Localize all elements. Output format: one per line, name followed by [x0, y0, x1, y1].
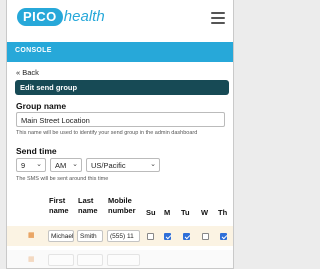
logo-word: health: [63, 8, 105, 25]
group-name-value: Main Street Location: [21, 115, 90, 125]
send-time-help: The SMS will be sent around this time: [16, 176, 109, 182]
chevron-down-icon: ⌄: [150, 161, 156, 168]
drag-handle-icon[interactable]: ▦: [28, 231, 35, 239]
col-last-name: Last name: [78, 196, 98, 215]
mobile-cell[interactable]: (555) 11: [107, 230, 140, 242]
first-name-cell[interactable]: Michael: [48, 230, 74, 242]
logo-pill: PICO: [17, 8, 63, 26]
table-row: ▦ Michael Smith (555) 11: [7, 226, 233, 246]
hour-value: 9: [21, 161, 26, 170]
checkbox-tu[interactable]: [183, 233, 190, 240]
checkbox-th[interactable]: [220, 233, 227, 240]
mobile-cell[interactable]: [107, 254, 140, 266]
logo[interactable]: PICO health: [17, 8, 105, 26]
chevron-down-icon: ⌄: [72, 161, 78, 168]
timezone-value: US/Pacific: [91, 161, 126, 170]
drag-handle-icon[interactable]: ▦: [28, 255, 35, 263]
console-bar[interactable]: CONSOLE: [7, 42, 233, 62]
timezone-select[interactable]: US/Pacific ⌄: [86, 158, 160, 172]
first-name-cell[interactable]: [48, 254, 74, 266]
back-link[interactable]: « Back: [16, 68, 39, 77]
ampm-value: AM: [55, 161, 67, 170]
app-header: PICO health: [7, 0, 233, 40]
checkbox-m[interactable]: [164, 233, 171, 240]
col-th: Th: [218, 208, 228, 217]
chevron-down-icon: ⌄: [36, 161, 42, 168]
col-mobile: Mobile number: [108, 196, 136, 215]
col-m: M: [164, 208, 171, 217]
col-first-name: First name: [49, 196, 69, 215]
checkbox-w[interactable]: [202, 233, 209, 240]
group-name-label: Group name: [16, 101, 67, 111]
last-name-cell[interactable]: [77, 254, 103, 266]
last-name-cell[interactable]: Smith: [77, 230, 103, 242]
group-name-help: This name will be used to identify your …: [16, 130, 198, 136]
col-w: W: [201, 208, 209, 217]
hamburger-icon[interactable]: [211, 12, 225, 27]
page-title-bar: Edit send group: [15, 80, 229, 95]
phone-frame: PICO health CONSOLE « Back Edit send gro…: [6, 0, 234, 269]
col-tu: Tu: [181, 208, 190, 217]
page-title: Edit send group: [20, 83, 78, 92]
checkbox-su[interactable]: [147, 233, 154, 240]
ampm-select[interactable]: AM ⌄: [50, 158, 82, 172]
console-label: CONSOLE: [15, 47, 52, 54]
group-name-input[interactable]: Main Street Location: [16, 112, 225, 127]
send-time-label: Send time: [16, 146, 57, 156]
col-su: Su: [146, 208, 156, 217]
hour-select[interactable]: 9 ⌄: [16, 158, 46, 172]
